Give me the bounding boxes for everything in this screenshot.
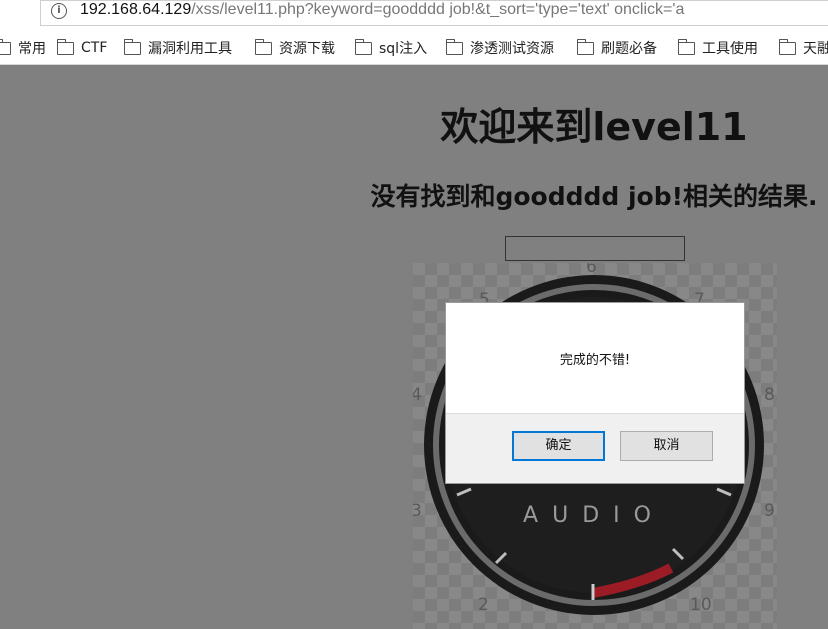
bookmark-label: 漏洞利用工具 [148, 41, 232, 57]
dial-number: 8 [764, 385, 775, 405]
dialog-message: 完成的不错! [559, 353, 631, 368]
bookmark-folder-tianrong[interactable]: 天融 [779, 38, 828, 58]
bookmark-folder-exploit-tools[interactable]: 漏洞利用工具 [124, 38, 232, 58]
bookmark-folder-practice[interactable]: 刷题必备 [577, 38, 657, 58]
dialog-message-area: 完成的不错! [446, 303, 744, 414]
folder-icon [124, 38, 141, 55]
bookmark-folder-pentest[interactable]: 渗透测试资源 [446, 38, 554, 58]
bookmark-folder-ctf[interactable]: CTF [57, 38, 107, 58]
page-subtitle: 没有找到和goodddd job!相关的结果. [370, 182, 818, 211]
bookmark-folder-downloads[interactable]: 资源下载 [255, 38, 335, 58]
bookmark-label: sql注入 [379, 41, 428, 57]
bookmark-folder-sql-injection[interactable]: sql注入 [355, 38, 427, 58]
bookmark-label: 渗透测试资源 [470, 41, 554, 57]
bookmark-label: 刷题必备 [601, 41, 657, 57]
dial-number: 3 [413, 501, 422, 521]
alert-dialog: 完成的不错! 确定 取消 [445, 302, 745, 484]
gauge-label: AUDIO [523, 503, 665, 528]
folder-icon [355, 38, 372, 55]
dial-number: 4 [413, 385, 422, 405]
dial-number: 6 [586, 263, 597, 277]
folder-icon [0, 38, 11, 55]
address-bar: i 192.168.64.129/xss/level11.php?keyword… [0, 0, 828, 31]
folder-icon [255, 38, 272, 55]
folder-icon [678, 38, 695, 55]
bookmark-label: 工具使用 [702, 41, 758, 57]
url-host: 192.168.64.129 [80, 1, 192, 18]
folder-icon [446, 38, 463, 55]
bookmark-label: CTF [81, 40, 108, 56]
url-path: /xss/level11.php?keyword=goodddd job!&t_… [191, 1, 685, 18]
folder-icon [577, 38, 594, 55]
info-icon[interactable]: i [51, 3, 67, 19]
bookmark-label: 资源下载 [279, 41, 335, 57]
bookmarks-bar: 常用 CTF 漏洞利用工具 资源下载 sql注入 渗透测试资源 刷题必备 工具使… [0, 31, 828, 65]
search-input[interactable] [505, 236, 685, 261]
folder-icon [779, 38, 796, 55]
url-text[interactable]: 192.168.64.129/xss/level11.php?keyword=g… [80, 1, 684, 19]
ok-button[interactable]: 确定 [512, 431, 605, 461]
dial-number: 10 [690, 595, 712, 615]
page-title: 欢迎来到level11 [440, 105, 748, 149]
bookmark-label: 天融 [803, 41, 828, 57]
dial-number: 2 [478, 595, 489, 615]
folder-icon [57, 38, 74, 55]
bookmark-folder-tools-usage[interactable]: 工具使用 [678, 38, 758, 58]
bookmark-folder-common[interactable]: 常用 [0, 38, 46, 58]
dial-number: 9 [764, 501, 775, 521]
bookmark-label: 常用 [18, 41, 46, 57]
cancel-button[interactable]: 取消 [620, 431, 713, 461]
